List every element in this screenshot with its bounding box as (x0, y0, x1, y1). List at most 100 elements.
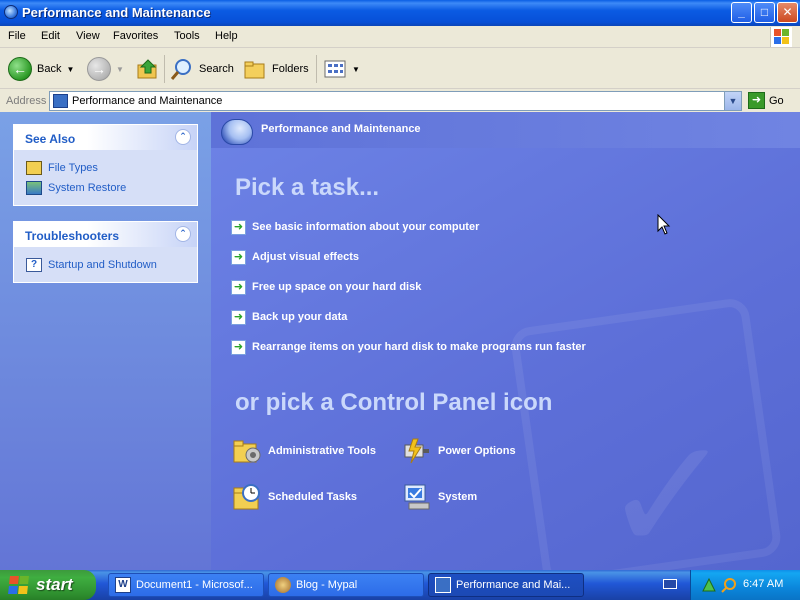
performance-maintenance-icon (221, 119, 253, 145)
system-icon (404, 484, 430, 510)
clock: 6:47 AM (743, 578, 784, 590)
keyboard-icon[interactable] (663, 579, 677, 589)
search-icon (170, 59, 191, 80)
sidebar-item-label: File Types (48, 162, 98, 174)
close-button[interactable]: ✕ (777, 2, 798, 23)
sidebar-item-system-restore[interactable]: System Restore (26, 178, 197, 198)
forward-arrow-icon: → (87, 57, 111, 81)
cp-item-label: Power Options (438, 445, 516, 457)
toolbar-separator (316, 55, 317, 83)
control-panel-icon (53, 94, 68, 108)
minimize-button[interactable]: _ (731, 2, 752, 23)
start-button[interactable]: start (0, 570, 96, 600)
title-bar[interactable]: Performance and Maintenance _ □ ✕ (0, 0, 800, 26)
sidebar-item-file-types[interactable]: File Types (26, 158, 197, 178)
menu-view[interactable]: View (76, 30, 100, 42)
views-button[interactable]: ▼ (323, 54, 360, 84)
see-also-header[interactable]: See Also ⌃ (14, 125, 197, 150)
watermark-check-icon: ✓ (601, 406, 736, 570)
cp-item-scheduled-tasks[interactable]: Scheduled Tasks (231, 480, 357, 514)
address-value[interactable]: Performance and Maintenance (72, 95, 222, 107)
address-bar: Address Performance and Maintenance ▼ ➜ … (0, 90, 800, 112)
task-arrow-icon: ➜ (231, 219, 246, 235)
windows-logo-icon (7, 575, 31, 595)
task-link[interactable]: ➜ Rearrange items on your hard disk to m… (231, 338, 586, 356)
folders-icon (244, 61, 265, 79)
back-label: Back (37, 63, 62, 75)
taskbar-item-label: Document1 - Microsof... (136, 579, 253, 591)
task-link[interactable]: ➜ See basic information about your compu… (231, 218, 479, 236)
word-icon: W (115, 577, 131, 593)
back-arrow-icon: ← (8, 57, 32, 81)
views-dropdown-icon: ▼ (352, 64, 360, 74)
mouse-cursor-icon (657, 214, 671, 235)
file-types-icon (26, 161, 42, 175)
cp-item-label: Administrative Tools (268, 445, 376, 457)
task-link[interactable]: ➜ Free up space on your hard disk (231, 278, 421, 296)
toolbar: ← Back ▼ → ▼ Search Folders ▼ (0, 49, 800, 89)
power-options-icon (404, 438, 429, 464)
cp-item-administrative-tools[interactable]: Administrative Tools (231, 434, 376, 468)
maximize-button[interactable]: □ (754, 2, 775, 23)
task-label: Free up space on your hard disk (252, 281, 422, 293)
taskbar-item-document1[interactable]: W Document1 - Microsof... (108, 573, 264, 597)
task-label: Back up your data (252, 311, 348, 323)
taskbar: start W Document1 - Microsof... Blog - M… (0, 570, 800, 600)
collapse-chevron-icon[interactable]: ⌃ (175, 226, 191, 242)
address-field[interactable]: Performance and Maintenance ▼ (49, 91, 742, 111)
windows-logo-icon (770, 27, 792, 47)
task-label: Rearrange items on your hard disk to mak… (252, 341, 586, 353)
taskbar-item-label: Performance and Mai... (456, 579, 571, 591)
sidebar-item-label: System Restore (48, 182, 127, 194)
address-label: Address (6, 95, 47, 107)
folders-button[interactable]: Folders (243, 54, 309, 84)
cp-item-system[interactable]: System (401, 480, 477, 514)
menu-favorites[interactable]: Favorites (113, 30, 158, 42)
up-folder-button[interactable] (136, 54, 160, 84)
cp-item-power-options[interactable]: Power Options (401, 434, 516, 468)
menu-file[interactable]: File (8, 30, 26, 42)
menu-bar: File Edit View Favorites Tools Help (0, 26, 800, 48)
menu-help[interactable]: Help (215, 30, 238, 42)
troubleshooters-header[interactable]: Troubleshooters ⌃ (14, 222, 197, 247)
taskbar-item-blog[interactable]: Blog - Mypal (268, 573, 424, 597)
taskbar-item-performance[interactable]: Performance and Mai... (428, 573, 584, 597)
task-label: See basic information about your compute… (252, 221, 480, 233)
search-button[interactable]: Search (170, 54, 234, 84)
main-content: ✓ Performance and Maintenance Pick a tas… (211, 112, 800, 570)
task-label: Adjust visual effects (252, 251, 359, 263)
task-link[interactable]: ➜ Adjust visual effects (231, 248, 359, 266)
see-also-panel: See Also ⌃ File Types System Restore (13, 124, 198, 206)
task-pane: See Also ⌃ File Types System Restore Tro… (0, 112, 211, 570)
scheduled-tasks-icon (233, 484, 260, 510)
window-title: Performance and Maintenance (22, 5, 211, 20)
search-tray-icon[interactable] (721, 577, 737, 593)
pick-task-heading: Pick a task... (235, 174, 380, 201)
sidebar-item-startup-shutdown[interactable]: ? Startup and Shutdown (26, 255, 197, 275)
browser-icon (275, 577, 291, 593)
folder-window-icon (435, 577, 451, 593)
network-icon[interactable] (701, 577, 717, 593)
toolbar-separator (164, 55, 165, 83)
taskbar-item-label: Blog - Mypal (296, 579, 358, 591)
menu-tools[interactable]: Tools (174, 30, 200, 42)
back-button[interactable]: ← Back ▼ (8, 54, 74, 84)
system-restore-icon (26, 181, 42, 195)
back-dropdown-icon[interactable]: ▼ (66, 65, 74, 74)
task-arrow-icon: ➜ (231, 309, 246, 325)
help-icon: ? (26, 258, 42, 272)
go-button[interactable]: ➜ Go (748, 92, 784, 109)
task-link[interactable]: ➜ Back up your data (231, 308, 347, 326)
pick-icon-heading: or pick a Control Panel icon (235, 389, 553, 416)
forward-button[interactable]: → ▼ (87, 54, 124, 84)
window-icon (4, 5, 18, 19)
start-label: start (36, 575, 73, 594)
address-dropdown-icon[interactable]: ▼ (724, 92, 741, 110)
cp-item-label: Scheduled Tasks (268, 491, 358, 503)
see-also-title: See Also (25, 132, 76, 146)
sidebar-item-label: Startup and Shutdown (48, 259, 157, 271)
menu-edit[interactable]: Edit (41, 30, 60, 42)
task-arrow-icon: ➜ (231, 339, 246, 355)
collapse-chevron-icon[interactable]: ⌃ (175, 129, 191, 145)
forward-dropdown-icon[interactable]: ▼ (116, 65, 124, 74)
